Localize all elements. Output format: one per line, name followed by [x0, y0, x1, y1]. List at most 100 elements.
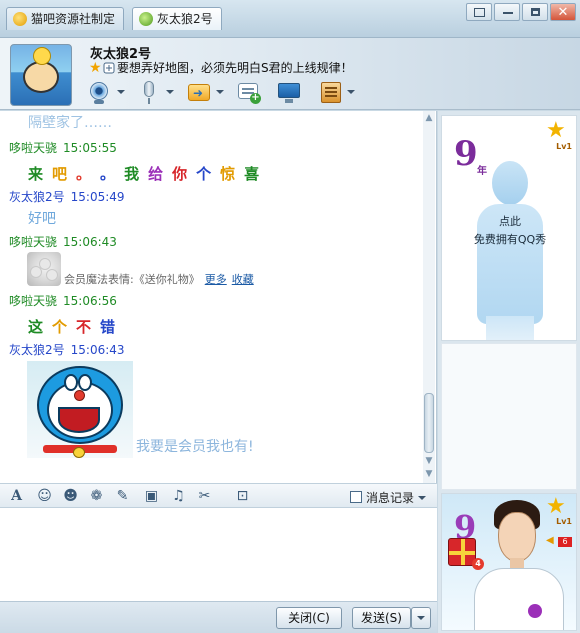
- tab-label: 猫吧资源社制定: [31, 12, 116, 26]
- send-file-icon[interactable]: ➜: [186, 80, 212, 106]
- restore-icon: [531, 8, 540, 16]
- volume-icon[interactable]: ◀: [546, 536, 556, 546]
- handwriting-icon[interactable]: ✎: [114, 488, 131, 505]
- avatar-face: [23, 61, 59, 93]
- contact-qq-show[interactable]: 9 年 ★ Lv1 点此 免费拥有QQ秀: [441, 115, 577, 341]
- mood-icon: [103, 62, 115, 74]
- online-status-icon: [139, 12, 153, 26]
- image-icon[interactable]: ▣: [143, 488, 160, 505]
- tab-label: 灰太狼2号: [157, 12, 213, 26]
- doraemon-eye: [78, 374, 92, 391]
- message-header: 哆啦天骁 15:06:56: [9, 292, 117, 309]
- magic-label: 会员魔法表情:《送你礼物》: [64, 273, 200, 286]
- message-text: 好吧: [28, 211, 56, 227]
- favorite-link[interactable]: 收藏: [232, 273, 254, 286]
- scrollbar-thumb[interactable]: [424, 393, 434, 453]
- app-box-icon[interactable]: [318, 80, 344, 106]
- minimize-icon: [503, 12, 513, 14]
- doraemon-image[interactable]: [27, 361, 133, 458]
- chevron-down-icon[interactable]: [347, 90, 355, 94]
- gift-count-badge: 4: [472, 558, 484, 570]
- font-icon[interactable]: A: [8, 488, 25, 505]
- chevron-down-icon: [417, 616, 425, 620]
- tab-strip: 猫吧资源社制定 灰太狼2号 ✕: [0, 0, 580, 38]
- history-icon: [350, 491, 362, 503]
- send-button[interactable]: 发送(S): [352, 607, 411, 629]
- right-sidebar: 9 年 ★ Lv1 点此 免费拥有QQ秀 9 ★ Lv1 4 ◀ 6: [438, 111, 580, 633]
- cat-user-icon: [13, 12, 27, 26]
- doraemon-eye: [64, 374, 78, 391]
- message-char: 你: [172, 165, 188, 183]
- message-header: 灰太狼2号 15:05:49: [9, 188, 125, 205]
- tap-here-text[interactable]: 点此: [442, 213, 576, 229]
- message-char: 喜: [244, 165, 260, 183]
- toolbox-icon[interactable]: ⊡: [234, 488, 251, 505]
- message-char: 个: [196, 165, 212, 183]
- message-header: 灰太狼2号 15:06:43: [9, 341, 125, 358]
- music-icon[interactable]: ♫: [170, 488, 187, 505]
- magic-emoticon-icon[interactable]: ❁: [88, 488, 105, 505]
- more-link[interactable]: 更多: [205, 273, 227, 286]
- avatar[interactable]: [10, 44, 72, 106]
- message-char: 我: [124, 165, 140, 183]
- chat-header: 灰太狼2号 ★ 要想弄好地图，必须先明白S君的上线规律！ ➜ +: [0, 38, 580, 110]
- doraemon-bell: [73, 447, 85, 458]
- colorful-message: 这个不错: [28, 316, 124, 337]
- self-qq-show[interactable]: 9 ★ Lv1 4 ◀ 6: [441, 493, 577, 631]
- avatar-face: [498, 512, 536, 562]
- scroll-down-icon[interactable]: ▼: [424, 469, 434, 479]
- close-button[interactable]: 关闭(C): [276, 607, 342, 629]
- sender-name: 灰太狼2号: [9, 190, 65, 204]
- scroll-up-icon[interactable]: ▲: [424, 113, 434, 123]
- member-emoticon-icon[interactable]: ☻: [62, 488, 79, 505]
- mood-message: 要想弄好地图，必须先明白S君的上线规律！: [117, 61, 353, 75]
- faded-message: 隔壁家了……: [28, 115, 112, 131]
- voice-call-icon[interactable]: [136, 80, 162, 106]
- magic-emoticon-notice: 会员魔法表情:《送你礼物》 更多 收藏: [64, 271, 254, 287]
- restore-button[interactable]: [522, 3, 548, 21]
- video-call-icon[interactable]: [86, 80, 112, 106]
- history-label: 消息记录: [366, 491, 415, 505]
- scroll-down-icon[interactable]: ▼: [424, 456, 434, 466]
- tab-grey-wolf[interactable]: 灰太狼2号: [132, 7, 222, 30]
- message-time: 15:06:56: [63, 294, 117, 308]
- sidebar-blank: [441, 343, 577, 490]
- remote-assist-icon[interactable]: [276, 80, 302, 106]
- sender-name: 灰太狼2号: [9, 343, 65, 357]
- send-options-button[interactable]: [411, 607, 431, 629]
- tab-cat-resource[interactable]: 猫吧资源社制定: [6, 7, 125, 30]
- close-window-button[interactable]: ✕: [550, 3, 576, 21]
- bottom-bar: 关闭(C) 发送(S): [0, 601, 437, 633]
- silhouette-legs: [486, 316, 534, 340]
- message-history-button[interactable]: 消息记录: [350, 489, 427, 506]
- silhouette-head: [492, 161, 528, 205]
- message-input[interactable]: [0, 508, 437, 601]
- input-toolbar: A ☺ ☻ ❁ ✎ ▣ ♫ ✂ ⊡ 消息记录: [0, 483, 437, 508]
- screenshot-icon[interactable]: ✂: [196, 488, 213, 505]
- doraemon-mouth: [58, 407, 100, 433]
- message-time: 15:05:49: [70, 190, 125, 204]
- minimize-button[interactable]: [494, 3, 520, 21]
- message-time: 15:06:43: [63, 235, 117, 249]
- chevron-down-icon[interactable]: [166, 90, 174, 94]
- colorful-message: 来吧。。我给你个惊喜: [28, 163, 268, 184]
- free-qq-show-link[interactable]: 免费拥有QQ秀: [442, 231, 576, 247]
- message-history[interactable]: 隔壁家了…… 哆啦天骁 15:05:55 来吧。。我给你个惊喜 灰太狼2号 15:0…: [0, 111, 437, 483]
- magic-emoticon-thumbnail[interactable]: [27, 252, 61, 286]
- emoticon-icon[interactable]: ☺: [36, 488, 53, 505]
- chevron-down-icon[interactable]: [117, 90, 125, 94]
- chevron-down-icon[interactable]: [216, 90, 224, 94]
- message-time: 15:06:43: [70, 343, 125, 357]
- message-time: 15:05:55: [63, 141, 117, 155]
- message-header: 哆啦天骁 15:06:43: [9, 233, 117, 250]
- sender-name: 哆啦天骁: [9, 294, 58, 308]
- create-group-chat-icon[interactable]: +: [236, 80, 262, 106]
- years-badge: 9: [454, 134, 478, 174]
- level-star-icon: ★: [546, 494, 566, 519]
- chat-scrollbar[interactable]: ▲ ▼ ▼: [423, 111, 435, 483]
- message-char: 不: [76, 318, 92, 336]
- level-label: Lv1: [556, 142, 572, 151]
- doraemon-nose: [74, 390, 85, 401]
- menu-button[interactable]: [466, 3, 492, 21]
- sender-name: 哆啦天骁: [9, 141, 58, 155]
